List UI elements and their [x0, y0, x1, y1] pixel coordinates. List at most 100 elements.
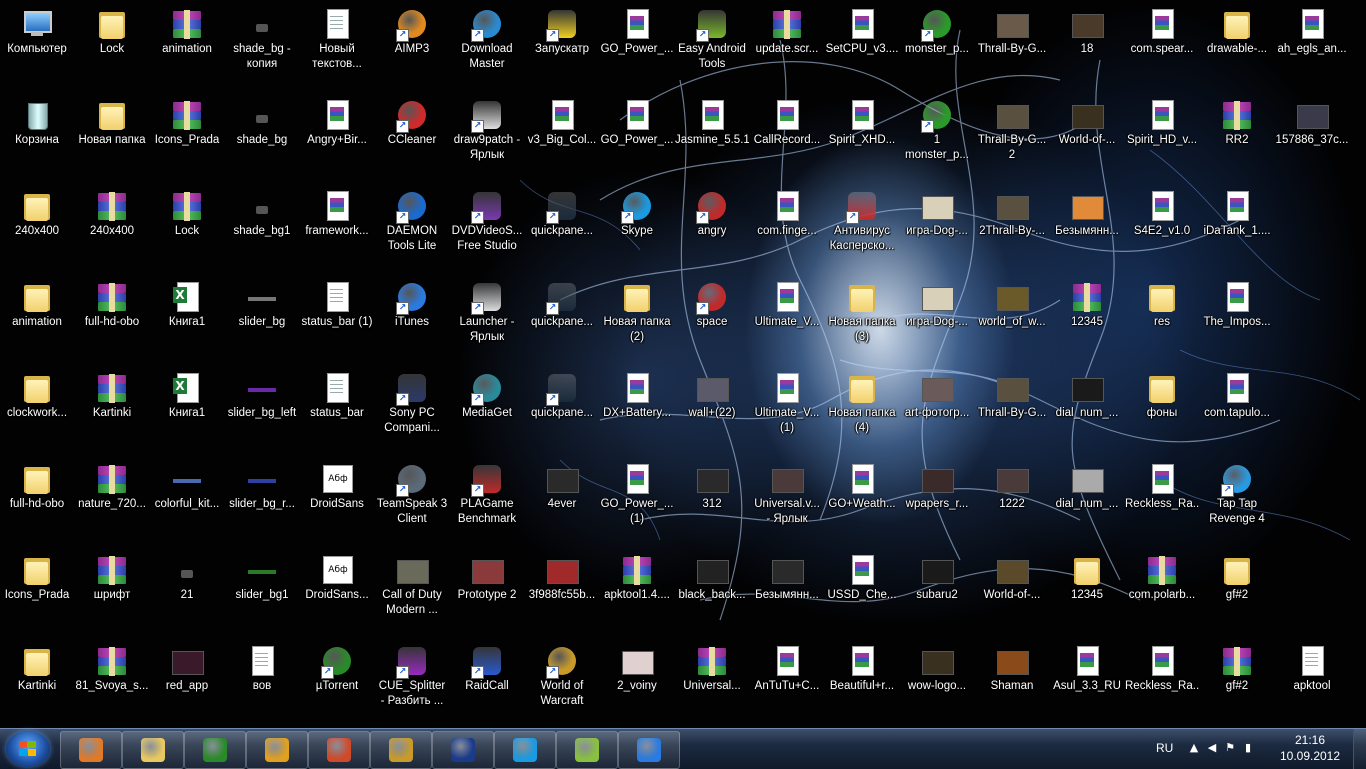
desktop-icon-шрифт[interactable]: шрифт — [75, 548, 149, 636]
desktop-icon-ussd-che[interactable]: USSD_Che... — [825, 548, 899, 636]
desktop-icon-3f988fc55b[interactable]: 3f988fc55b... — [525, 548, 599, 636]
desktop-icon-torrent[interactable]: ↗ µTorrent — [300, 639, 374, 727]
desktop-icon-mediaget[interactable]: ↗ MediaGet — [450, 366, 524, 454]
taskbar-explorer-button[interactable] — [122, 731, 184, 769]
clock[interactable]: 21:16 10.09.2012 — [1270, 732, 1350, 766]
desktop-icon-daemon-tools-lite[interactable]: ↗ DAEMON Tools Lite — [375, 184, 449, 272]
desktop-icon-wall-22[interactable]: wall+(22) — [675, 366, 749, 454]
desktop-icon-1222[interactable]: 1222 — [975, 457, 1049, 545]
desktop-icon-antutu-c[interactable]: AnTuTu+C... — [750, 639, 824, 727]
desktop-icon-draw9patch-ярлык[interactable]: ↗ draw9patch - Ярлык — [450, 93, 524, 181]
taskbar-world-of-warcraft-button[interactable] — [370, 731, 432, 769]
taskbar-itunes-button[interactable] — [618, 731, 680, 769]
desktop-icon-sony-pc-compani[interactable]: ↗ Sony PC Compani... — [375, 366, 449, 454]
desktop-icon-новая-папка[interactable]: Новая папка — [75, 93, 149, 181]
desktop-icon-thrall-by-g[interactable]: Thrall-By-G... — [975, 366, 1049, 454]
start-button[interactable] — [6, 731, 50, 767]
desktop-icon-aimp3[interactable]: ↗ AIMP3 — [375, 2, 449, 90]
taskbar-media-player-button[interactable] — [60, 731, 122, 769]
desktop-icon-lock[interactable]: Lock — [150, 184, 224, 272]
desktop-icon-корзина[interactable]: Корзина — [0, 93, 74, 181]
desktop-icon-18[interactable]: 18 — [1050, 2, 1124, 90]
desktop-icon-itunes[interactable]: ↗ iTunes — [375, 275, 449, 363]
desktop-icon-droidsans[interactable]: Абф DroidSans... — [300, 548, 374, 636]
desktop-icon-kartinki[interactable]: Kartinki — [75, 366, 149, 454]
desktop-icon-2thrall-by[interactable]: 2Thrall-By-... — [975, 184, 1049, 272]
show-desktop-button[interactable] — [1353, 729, 1366, 769]
desktop-icon-ultimate-v[interactable]: Ultimate_V... — [750, 275, 824, 363]
desktop-icon-безымянн[interactable]: Безымянн... — [750, 548, 824, 636]
desktop-icon-вов[interactable]: вов — [225, 639, 299, 727]
desktop-icon-art-фотогр[interactable]: art-фотогр... — [900, 366, 974, 454]
desktop-icon-status-bar-1[interactable]: status_bar (1) — [300, 275, 374, 363]
desktop-icon-1-monster-p[interactable]: ↗ 1 monster_p... — [900, 93, 974, 181]
desktop-icon-книга1[interactable]: X Книга1 — [150, 366, 224, 454]
desktop-icon-go-power-1[interactable]: GO_Power_... (1) — [600, 457, 674, 545]
desktop-icon-kartinki[interactable]: Kartinki — [0, 639, 74, 727]
desktop-icon-setcpu-v3[interactable]: SetCPU_v3.... — [825, 2, 899, 90]
desktop-icon-wpapers-r[interactable]: wpapers_r... — [900, 457, 974, 545]
taskbar-photoshop-button[interactable] — [432, 731, 494, 769]
taskbar-chrome-button[interactable] — [308, 731, 370, 769]
desktop-icon-антивирус-касперско[interactable]: ↗ Антивирус Касперско... — [825, 184, 899, 272]
desktop-icon-space[interactable]: ↗ space — [675, 275, 749, 363]
volume-icon[interactable]: ◀ — [1206, 742, 1218, 754]
desktop-icon-call-of-duty-modern[interactable]: Call of Duty Modern ... — [375, 548, 449, 636]
desktop-icon-новая-папка-3[interactable]: Новая папка (3) — [825, 275, 899, 363]
desktop-icon-312[interactable]: 312 — [675, 457, 749, 545]
taskbar-aimp-button[interactable] — [246, 731, 308, 769]
desktop-icon-prototype-2[interactable]: Prototype 2 — [450, 548, 524, 636]
desktop-icon-world-of[interactable]: World-of-... — [975, 548, 1049, 636]
desktop-icon-shade-bg[interactable]: shade_bg — [225, 93, 299, 181]
desktop-icon-nature-720[interactable]: nature_720... — [75, 457, 149, 545]
desktop-icon-plagame-benchmark[interactable]: ↗ PLAGame Benchmark — [450, 457, 524, 545]
desktop-icon-ah-egls-an[interactable]: ah_egls_an... — [1275, 2, 1349, 90]
desktop-icon-slider-bg1[interactable]: slider_bg1 — [225, 548, 299, 636]
desktop-icon-wow-logo[interactable]: wow-logo... — [900, 639, 974, 727]
desktop-icon-reckless-ra[interactable]: Reckless_Ra... — [1125, 457, 1199, 545]
desktop-icon-компьютер[interactable]: Компьютер — [0, 2, 74, 90]
desktop-icon-angry-bir[interactable]: Angry+Bir... — [300, 93, 374, 181]
desktop-icon-ccleaner[interactable]: ↗ CCleaner — [375, 93, 449, 181]
show-hidden-icons-icon[interactable]: ▲ — [1188, 742, 1200, 754]
desktop-icon-фоны[interactable]: фоны — [1125, 366, 1199, 454]
desktop-icon-shaman[interactable]: Shaman — [975, 639, 1049, 727]
desktop-icon-teamspeak-3-client[interactable]: ↗ TeamSpeak 3 Client — [375, 457, 449, 545]
desktop-icon-spirit-hd-v[interactable]: Spirit_HD_v... — [1125, 93, 1199, 181]
desktop-icon-callrecord[interactable]: CallRecord... — [750, 93, 824, 181]
taskbar-utorrent-button[interactable] — [184, 731, 246, 769]
network-icon[interactable]: ▮ — [1242, 742, 1254, 754]
desktop-icon-157886-37c[interactable]: 157886_37c... — [1275, 93, 1349, 181]
desktop-icon-res[interactable]: res — [1125, 275, 1199, 363]
desktop-icon-universal-v-ярлык[interactable]: Universal.v... - Ярлык — [750, 457, 824, 545]
desktop-icon-animation[interactable]: animation — [0, 275, 74, 363]
desktop-icon-go-power[interactable]: GO_Power_... — [600, 93, 674, 181]
desktop-icon-игра-dog[interactable]: игра-Dog-... — [900, 184, 974, 272]
desktop-icon-universal[interactable]: Universal... — [675, 639, 749, 727]
desktop-icon-com-polarb[interactable]: com.polarb... — [1125, 548, 1199, 636]
desktop-icon-dial-num[interactable]: dial_num_... — [1050, 366, 1124, 454]
desktop-icon-новая-папка-4[interactable]: Новая папка (4) — [825, 366, 899, 454]
desktop-icon-новая-папка-2[interactable]: Новая папка (2) — [600, 275, 674, 363]
desktop-icon-idatank-1[interactable]: iDaTank_1.... — [1200, 184, 1274, 272]
desktop-icon-colorful-kit[interactable]: colorful_kit... — [150, 457, 224, 545]
desktop-icon-21[interactable]: 21 — [150, 548, 224, 636]
desktop-icon-download-master[interactable]: ↗ Download Master — [450, 2, 524, 90]
desktop-icon-easy-android-tools[interactable]: ↗ Easy Android Tools — [675, 2, 749, 90]
desktop-icon-240x400[interactable]: 240x400 — [0, 184, 74, 272]
desktop-icon-новый-текстов[interactable]: Новый текстов... — [300, 2, 374, 90]
desktop-icon-4ever[interactable]: 4ever — [525, 457, 599, 545]
desktop-icon-v3-big-col[interactable]: v3_Big_Col... — [525, 93, 599, 181]
desktop-icon-безымянн[interactable]: Безымянн... — [1050, 184, 1124, 272]
taskbar-network-app-button[interactable] — [556, 731, 618, 769]
desktop-icon-reckless-ra[interactable]: Reckless_Ra... — [1125, 639, 1199, 727]
desktop-icon-2-voiny[interactable]: 2_voiny — [600, 639, 674, 727]
desktop-icon-update-scr[interactable]: update.scr... — [750, 2, 824, 90]
desktop-icon-12345[interactable]: 12345 — [1050, 275, 1124, 363]
desktop-icon-запускатр[interactable]: ↗ Запускатр — [525, 2, 599, 90]
desktop-icon-tap-tap-revenge-4[interactable]: ↗ Tap Tap Revenge 4 — [1200, 457, 1274, 545]
desktop-icon-rr2[interactable]: RR2 — [1200, 93, 1274, 181]
desktop-icon-shade-bg1[interactable]: shade_bg1 — [225, 184, 299, 272]
desktop-icon-world-of[interactable]: World-of-... — [1050, 93, 1124, 181]
desktop-icon-jasmine-5-5-1[interactable]: Jasmine_5.5.1 — [675, 93, 749, 181]
